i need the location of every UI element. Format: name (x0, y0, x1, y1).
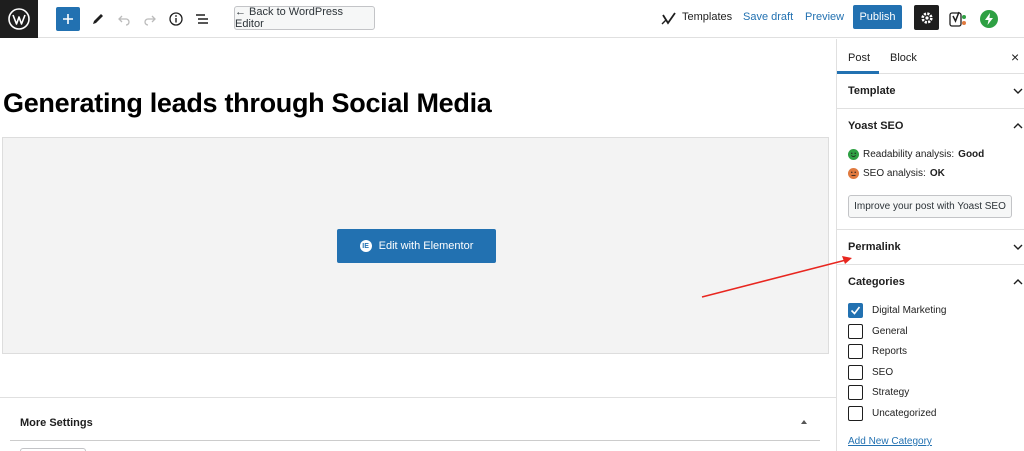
add-new-category-link[interactable]: Add New Category (848, 436, 932, 447)
category-reports[interactable]: Reports (848, 344, 907, 359)
tab-post[interactable]: Post (848, 52, 870, 64)
wordpress-logo-button[interactable] (0, 0, 38, 38)
improve-with-yoast-button[interactable]: Improve your post with Yoast SEO (848, 195, 1012, 218)
category-checkbox[interactable] (848, 385, 863, 400)
category-seo[interactable]: SEO (848, 365, 893, 380)
category-label: General (872, 326, 908, 337)
category-strategy[interactable]: Strategy (848, 385, 909, 400)
yoast-panel: Yoast SEO Readability analysis: Good SEO… (837, 109, 1024, 230)
more-settings-panel[interactable]: More Settings (0, 397, 836, 451)
categories-panel: Categories Digital Marketing General Rep… (837, 265, 1024, 451)
category-label: Strategy (872, 387, 910, 398)
redo-icon (144, 15, 156, 26)
category-checkbox[interactable] (848, 365, 863, 380)
settings-button[interactable] (914, 5, 939, 30)
category-general[interactable]: General (848, 324, 908, 339)
divider (10, 440, 820, 441)
categories-panel-title[interactable]: Categories (848, 276, 905, 288)
edit-with-elementor-label: Edit with Elementor (378, 240, 474, 252)
redo-button[interactable] (138, 7, 162, 31)
category-checkbox[interactable] (848, 324, 863, 339)
category-checkbox[interactable] (848, 344, 863, 359)
save-draft-button[interactable]: Save draft (743, 11, 793, 23)
wordpress-editor-screen: ← Back to WordPress Editor Templates Sav… (0, 0, 1024, 451)
seo-analysis[interactable]: SEO analysis: OK (848, 168, 945, 179)
chevron-up-icon[interactable] (1013, 121, 1023, 131)
checkmark-icon (850, 306, 861, 315)
templates-icon (661, 12, 676, 25)
tab-block[interactable]: Block (890, 52, 917, 64)
back-to-wordpress-editor-button[interactable]: ← Back to WordPress Editor (234, 6, 375, 30)
add-block-button[interactable] (56, 7, 80, 31)
caret-up-icon[interactable] (801, 420, 807, 424)
post-title[interactable]: Generating leads through Social Media (3, 88, 492, 119)
pencil-icon (93, 14, 103, 24)
info-icon (169, 12, 183, 26)
sidebar-tabs: Post Block × (837, 39, 1024, 74)
editor-toolbar: ← Back to WordPress Editor Templates Sav… (0, 0, 1024, 38)
templates-link[interactable]: Templates (682, 11, 732, 23)
permalink-panel-title: Permalink (848, 241, 901, 253)
wordpress-icon (8, 8, 30, 30)
list-view-button[interactable] (190, 7, 214, 31)
preview-button[interactable]: Preview (805, 11, 844, 23)
editor-content: Generating leads through Social Media IE… (0, 39, 836, 451)
category-checkbox[interactable] (848, 406, 863, 421)
category-digital-marketing[interactable]: Digital Marketing (848, 303, 946, 318)
details-button[interactable] (164, 7, 188, 31)
category-label: Reports (872, 346, 908, 357)
category-uncategorized[interactable]: Uncategorized (848, 406, 936, 421)
category-label: SEO (872, 367, 894, 378)
edit-with-elementor-button[interactable]: IE Edit with Elementor (337, 229, 496, 263)
chevron-down-icon (1013, 88, 1023, 94)
seo-label: SEO analysis: (863, 168, 926, 179)
template-panel-title: Template (848, 85, 896, 97)
plus-icon (63, 14, 73, 24)
yoast-panel-title[interactable]: Yoast SEO (848, 120, 903, 132)
publish-button[interactable]: Publish (853, 5, 902, 29)
category-checkbox[interactable] (848, 303, 863, 318)
chevron-down-icon (1013, 244, 1023, 250)
readability-value: Good (958, 149, 985, 160)
edit-tool-button[interactable] (86, 7, 110, 31)
jetpack-button[interactable] (977, 7, 1001, 31)
templates-icon-button[interactable] (657, 7, 681, 31)
chevron-up-icon[interactable] (1013, 277, 1023, 287)
category-label: Digital Marketing (872, 305, 947, 316)
undo-button[interactable] (112, 7, 136, 31)
yoast-icon (949, 11, 966, 27)
elementor-icon: IE (359, 240, 372, 252)
category-label: Uncategorized (872, 408, 937, 419)
gear-icon (920, 11, 933, 24)
yoast-button[interactable] (946, 7, 970, 31)
close-icon[interactable]: × (1011, 49, 1019, 65)
ok-smiley-icon (848, 168, 859, 179)
settings-sidebar: Post Block × Template Yoast SEO Readabil… (836, 39, 1024, 451)
jetpack-icon (980, 10, 998, 28)
good-smiley-icon (848, 149, 859, 160)
permalink-panel-toggle[interactable]: Permalink (837, 230, 1024, 265)
seo-value: OK (929, 168, 945, 179)
elementor-placeholder: IE Edit with Elementor (2, 137, 829, 354)
readability-analysis[interactable]: Readability analysis: Good (848, 149, 984, 160)
undo-icon (118, 15, 130, 26)
more-settings-title: More Settings (20, 417, 93, 429)
template-panel-toggle[interactable]: Template (837, 74, 1024, 109)
list-view-icon (196, 14, 208, 24)
readability-label: Readability analysis: (863, 149, 955, 160)
